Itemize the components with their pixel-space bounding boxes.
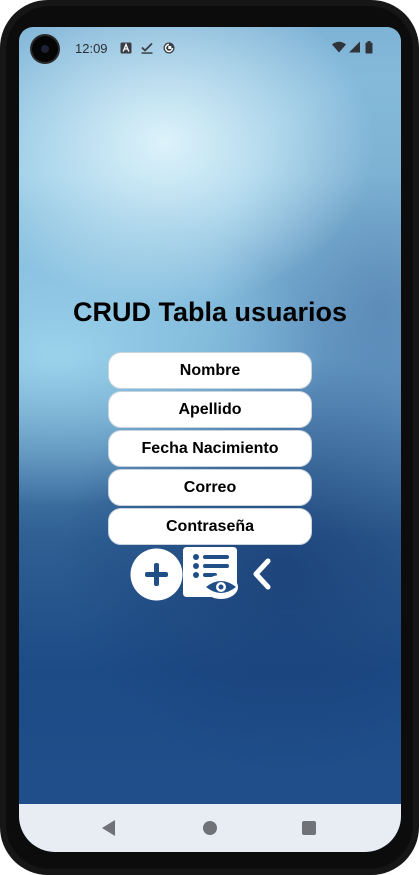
recents-square-icon[interactable] xyxy=(302,821,316,835)
front-camera xyxy=(32,36,58,62)
system-nav-bar xyxy=(19,804,401,852)
screen: 12:09 CRUD Tabla usuarios Nombre Apellid… xyxy=(19,27,401,852)
chevron-left-icon[interactable] xyxy=(249,557,275,591)
sync-icon xyxy=(163,42,175,54)
page-title: CRUD Tabla usuarios xyxy=(72,297,348,327)
back-triangle-icon[interactable] xyxy=(102,820,115,836)
signal-icon xyxy=(349,41,360,53)
correo-button[interactable]: Correo xyxy=(108,469,312,506)
checkmark-icon xyxy=(141,42,153,54)
home-circle-icon[interactable] xyxy=(203,821,217,835)
apellido-button[interactable]: Apellido xyxy=(108,391,312,428)
nombre-button[interactable]: Nombre xyxy=(108,352,312,389)
status-time: 12:09 xyxy=(75,41,108,56)
add-circle-icon[interactable] xyxy=(130,548,183,601)
font-a-icon xyxy=(120,42,132,54)
view-list-icon[interactable] xyxy=(183,547,239,601)
wifi-icon xyxy=(332,41,346,53)
battery-icon xyxy=(365,41,373,54)
fecha-nacimiento-button[interactable]: Fecha Nacimiento xyxy=(108,430,312,467)
contrasena-button[interactable]: Contraseña xyxy=(108,508,312,545)
status-bar: 12:09 xyxy=(19,27,401,71)
